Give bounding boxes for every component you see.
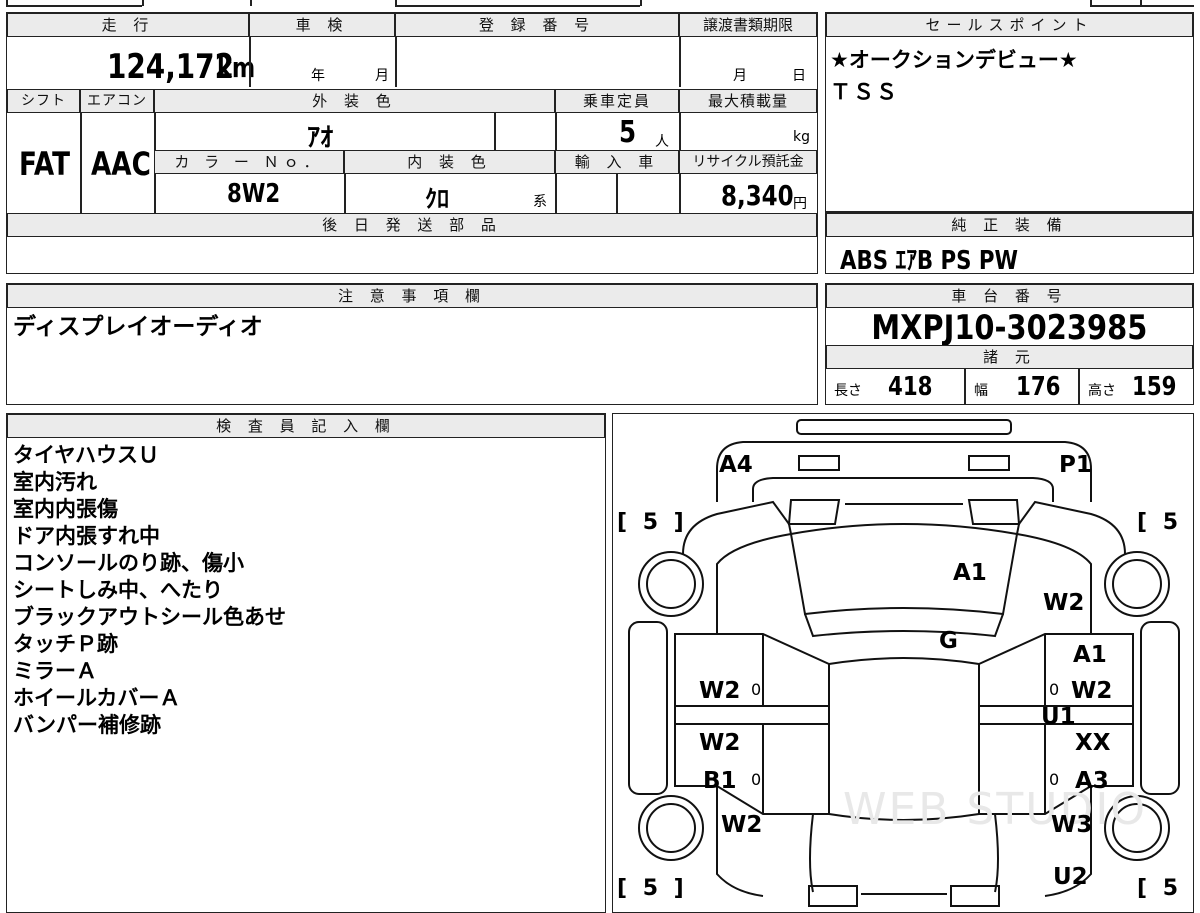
recycle-value: 8,340 [721,179,794,212]
mark-front-right: P1 [1059,452,1092,478]
notes-text: ディスプレイオーディオ [13,314,263,340]
mark-zero: 0 [751,680,762,699]
mark-rear-door-left: B1 [703,768,737,794]
mark-fender-right: W2 [1043,590,1085,616]
inspection-header: 車 検 [249,13,395,37]
exterior-color-value: ｱｵ [307,123,334,153]
sales-point-line: ＴＳＳ [830,80,899,104]
chassis-value-wrap: MXPJ10-3023985 [826,308,1193,348]
max-load-unit: kg [793,129,810,145]
vehicle-info-table: 走 行 車 検 登 録 番 号 譲渡書類期限 124,172 km 年 月 月 … [6,12,818,274]
spec-length-value: 418 [888,372,933,402]
later-parts-header: 後 日 発 送 部 品 [7,213,817,237]
transfer-month-label: 月 [733,68,747,84]
spec-height-label: 高さ [1088,383,1116,399]
inspector-line: 室内汚れ [13,470,97,494]
mark-rear-door-left: W2 [699,730,741,756]
specs-header: 諸 元 [826,345,1193,369]
max-load-header: 最大積載量 [679,89,817,113]
capacity-unit: 人 [655,134,669,150]
inspector-line: タッチＰ跡 [13,632,118,656]
color-no-header: カ ラ ー Ｎｏ． [154,150,344,174]
chassis-value: MXPJ10-3023985 [871,308,1148,348]
aircon-header: エアコン [80,89,154,113]
interior-color-value: ｸﾛ [425,185,449,213]
exterior-color-header: 外 装 色 [154,89,555,113]
transfer-deadline-header: 譲渡書類期限 [679,13,817,37]
mark-front-door-left: W2 [699,678,741,704]
mark-rear-right: U2 [1053,864,1088,890]
notes-header: 注 意 事 項 欄 [7,284,817,308]
interior-color-header: 内 装 色 [344,150,555,174]
top-strip [0,0,1200,8]
tire-depth-rear-left: [ 5 ] [617,876,688,901]
spec-width-label: 幅 [974,383,988,399]
color-no-value: 8W2 [227,179,281,209]
genuine-equipment-box: 純 正 装 備 ABS ｴｱB PS PW [825,212,1194,276]
inspector-line: バンパー補修跡 [13,713,162,737]
inspector-line: ドア内張すれ中 [13,524,160,548]
mark-front-door-right: U1 [1041,704,1076,730]
notes-box: 注 意 事 項 欄 ディスプレイオーディオ [6,283,818,405]
recycle-header: リサイクル預託金 [679,150,817,174]
spec-length-label: 長さ [834,383,862,399]
mark-zero: 0 [1049,770,1060,789]
inspector-line: 室内内張傷 [13,497,118,521]
capacity-header: 乗車定員 [555,89,679,113]
recycle-unit: 円 [793,196,807,212]
mark-zero: 0 [751,770,762,789]
tire-depth-front-left: [ 5 ] [617,510,688,535]
genuine-equipment-value: ABS ｴｱB PS PW [840,246,1019,276]
mark-zero: 0 [1049,680,1060,699]
registration-header: 登 録 番 号 [395,13,679,37]
sales-point-header: セールスポイント [826,13,1193,37]
car-outline [628,419,1180,907]
tire-depth-front-right: [ 5 ] [1137,510,1193,535]
inspector-box: 検 査 員 記 入 欄 タイヤハウスＵ 室内汚れ 室内内張傷 ドア内張すれ中 コ… [6,413,606,913]
mark-front-left: A4 [719,452,753,478]
sales-point-box: セールスポイント ★オークションデビュー★ ＴＳＳ [825,12,1194,212]
inspection-year-label: 年 [311,68,325,84]
inspector-header: 検 査 員 記 入 欄 [7,414,605,438]
interior-color-suffix: 系 [533,194,547,210]
inspector-line: タイヤハウスＵ [13,443,159,467]
inspection-month-label: 月 [375,68,389,84]
mark-hood: A1 [953,560,987,586]
capacity-value: 5 [619,115,637,150]
inspector-line: ミラーＡ [13,659,97,683]
inspector-line: シートしみ中、へたり [13,578,223,602]
import-header: 輸 入 車 [555,150,679,174]
genuine-equipment-header: 純 正 装 備 [826,213,1193,237]
inspector-line: ブラックアウトシール色あせ [13,605,286,629]
chassis-box: 車 台 番 号 MXPJ10-3023985 諸 元 長さ 418 幅 176 … [825,283,1194,405]
spec-width-value: 176 [1016,372,1061,402]
chassis-header: 車 台 番 号 [826,284,1193,308]
mark-front-door-right: W2 [1071,678,1113,704]
sales-point-line: ★オークションデビュー★ [830,48,1078,72]
mark-rear-door-right: A3 [1075,768,1109,794]
shift-header: シフト [7,89,80,113]
mark-rear-fender-left: W2 [721,812,763,838]
inspector-line: コンソールのり跡、傷小 [13,551,244,575]
transfer-day-label: 日 [792,68,806,84]
mileage-number: 124,172 [107,47,234,87]
tire-depth-rear-right: [ 5 ] [1137,876,1193,901]
spec-height-value: 159 [1132,372,1177,402]
mark-front-door-right: A1 [1073,642,1107,668]
inspector-list: タイヤハウスＵ 室内汚れ 室内内張傷 ドア内張すれ中 コンソールのり跡、傷小 シ… [13,442,286,739]
mark-rear-door-right: XX [1075,730,1111,756]
inspector-line: ホイールカバーＡ [13,686,181,710]
mark-rear-fender-right: W3 [1051,812,1093,838]
mileage-header: 走 行 [7,13,249,37]
shift-value: FAT [19,145,71,183]
car-diagram: WEB STUDIO [ 5 ] [ 5 ] [ 5 ] [ 5 ] A4 P1… [612,413,1194,913]
mark-windshield: G [939,628,958,654]
aircon-value: AAC [91,145,151,183]
